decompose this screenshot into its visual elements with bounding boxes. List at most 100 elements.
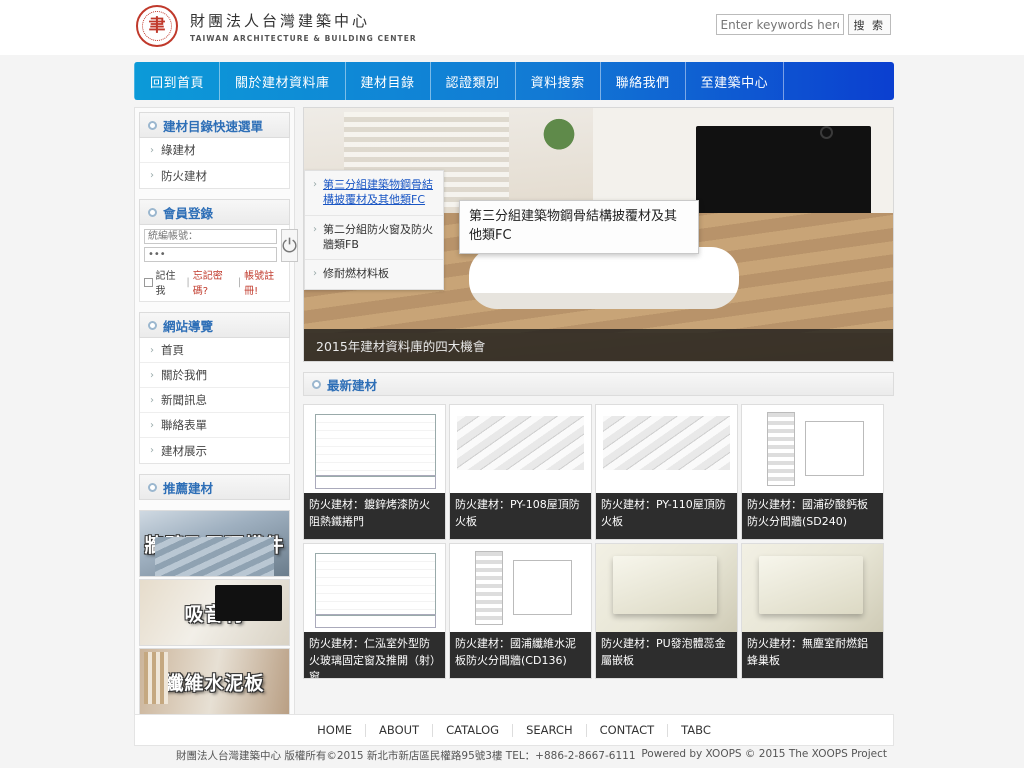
chevron-right-icon: › [150, 419, 154, 431]
banner-plant [542, 116, 576, 168]
submenu-tooltip: 第三分組建築物鋼骨結構披覆材及其他類FC [459, 200, 699, 254]
nav-item-search[interactable]: 資料搜索 [516, 62, 601, 100]
submenu-item-flame-retardant[interactable]: › 修耐燃材料板 [305, 260, 443, 289]
footer-link-about[interactable]: ABOUT [366, 723, 434, 737]
sidebar-item-fireproof-material[interactable]: › 防火建材 [140, 163, 289, 188]
page-root: 聿 財團法人台灣建築中心 TAIWAN ARCHITECTURE & BUILD… [0, 0, 1024, 768]
powered-by-text: Powered by XOOPS © 2015 The XOOPS Projec… [641, 748, 887, 760]
submenu-item-label: 第二分組防火窗及防火牆類FB [323, 222, 433, 251]
site-nav-title: 網站導覽 [163, 318, 214, 334]
promo-card-fiber-cement[interactable]: 纖維水泥板 [139, 648, 290, 715]
sidebar-item-label: 關於我們 [161, 368, 207, 382]
material-card[interactable]: 防火建材：PY-110屋頂防火板 [595, 404, 738, 540]
banner-table [469, 247, 739, 309]
chevron-right-icon: › [150, 369, 154, 381]
login-submit-button[interactable]: ⏻ [281, 229, 299, 262]
remember-me-label: 記住我 [155, 271, 176, 297]
separator: | [186, 276, 190, 288]
material-thumbnail [596, 544, 737, 632]
material-caption: 防火建材：無塵室耐燃鋁蜂巢板 [742, 632, 883, 678]
material-card[interactable]: 防火建材：仁泓室外型防火玻璃固定窗及推開（射）窗 [303, 543, 446, 679]
register-link[interactable]: 帳號註冊! [244, 267, 285, 297]
brand-text: 財團法人台灣建築中心 TAIWAN ARCHITECTURE & BUILDIN… [190, 10, 417, 43]
chevron-right-icon: › [150, 170, 154, 181]
password-input[interactable] [144, 247, 277, 262]
sidebar-item-news[interactable]: › 新聞訊息 [140, 388, 289, 413]
footer-link-contact[interactable]: CONTACT [587, 723, 669, 737]
banner-tv [696, 126, 871, 218]
logo-inner-ring: 聿 [142, 11, 172, 41]
remember-me-checkbox[interactable] [144, 277, 153, 287]
brand-name-cn: 財團法人台灣建築中心 [190, 11, 371, 30]
nav-item-about-db[interactable]: 關於建材資料庫 [220, 62, 346, 100]
material-thumbnail [304, 544, 445, 632]
circle-bullet-icon [312, 379, 321, 389]
site-nav-list: › 首頁 › 關於我們 › 新聞訊息 › 聯絡表單 › 建材展示 [139, 338, 290, 464]
circle-bullet-icon [148, 207, 157, 217]
material-card[interactable]: 防火建材：PU發泡體蕊金屬嵌板 [595, 543, 738, 679]
nav-item-contact[interactable]: 聯絡我們 [601, 62, 686, 100]
material-card[interactable]: 防火建材：國浦矽酸鈣板防火分間牆(SD240) [741, 404, 884, 540]
material-thumbnail [596, 405, 737, 493]
material-thumbnail [450, 544, 591, 632]
logo-glyph: 聿 [148, 15, 166, 36]
promo-card-acoustic[interactable]: 吸音材 [139, 579, 290, 646]
sidebar-block-recommend: 推薦建材 [139, 474, 290, 500]
login-fields-row: ⏻ [144, 229, 299, 262]
material-caption: 防火建材：PY-110屋頂防火板 [596, 493, 737, 539]
sidebar-block-site-nav: 網站導覽 › 首頁 › 關於我們 › 新聞訊息 › 聯絡表單 › 建材展示 [139, 312, 290, 464]
chevron-right-icon: › [313, 223, 317, 235]
material-caption: 防火建材：鍍鋅烤漆防火阻熱鐵捲門 [304, 493, 445, 539]
nav-item-home[interactable]: 回到首頁 [134, 62, 221, 100]
promo-card-wall-roof[interactable]: 牆壁及屋頂構件 [139, 510, 290, 577]
site-nav-heading: 網站導覽 [139, 312, 290, 338]
forgot-password-link[interactable]: 忘記密碼? [193, 267, 235, 297]
sidebar-item-contact-form[interactable]: › 聯絡表單 [140, 413, 289, 438]
material-card[interactable]: 防火建材：鍍鋅烤漆防火阻熱鐵捲門 [303, 404, 446, 540]
hero-banner[interactable]: 2015年建材資料庫的四大機會 › 第三分組建築物鋼骨結構披覆材及其他類FC ›… [303, 107, 894, 362]
sidebar-block-quick-menu: 建材目錄快速選單 › 綠建材 › 防火建材 [139, 112, 290, 189]
material-caption: 防火建材：仁泓室外型防火玻璃固定窗及推開（射）窗 [304, 632, 445, 678]
promo-label: 纖維水泥板 [164, 672, 265, 694]
sidebar: 建材目錄快速選單 › 綠建材 › 防火建材 會員登錄 統編帳號： ••• ⏻ 記… [134, 107, 299, 724]
material-card[interactable]: 防火建材：無塵室耐燃鋁蜂巢板 [741, 543, 884, 679]
sidebar-block-login: 會員登錄 ⏻ 記住我 | [139, 199, 299, 302]
sidebar-item-about-us[interactable]: › 關於我們 [140, 363, 289, 388]
footer-link-catalog[interactable]: CATALOG [433, 723, 514, 737]
footer-link-search[interactable]: SEARCH [513, 723, 587, 737]
material-thumbnail [450, 405, 591, 493]
sidebar-item-index[interactable]: › 首頁 [140, 338, 289, 363]
username-input[interactable] [144, 229, 277, 244]
brand-logo-block[interactable]: 聿 財團法人台灣建築中心 TAIWAN ARCHITECTURE & BUILD… [136, 5, 417, 47]
search-button[interactable]: 搜 索 [847, 14, 891, 35]
quick-menu-list: › 綠建材 › 防火建材 [139, 138, 290, 189]
power-icon: ⏻ [282, 234, 298, 257]
material-caption: 防火建材：PU發泡體蕊金屬嵌板 [596, 632, 737, 678]
material-caption: 防火建材：國浦纖維水泥板防火分間牆(CD136) [450, 632, 591, 678]
material-card[interactable]: 防火建材：PY-108屋頂防火板 [449, 404, 592, 540]
submenu-item-fb[interactable]: › 第二分組防火窗及防火牆類FB [305, 216, 443, 261]
material-thumbnail [304, 405, 445, 493]
login-form: ⏻ 記住我 | 忘記密碼? | 帳號註冊! [139, 225, 299, 302]
footer-link-tabc[interactable]: TABC [668, 723, 724, 737]
banner-caption: 2015年建材資料庫的四大機會 [304, 329, 893, 361]
nav-item-cert-types[interactable]: 認證類別 [431, 62, 516, 100]
latest-materials-grid: 防火建材：鍍鋅烤漆防火阻熱鐵捲門 防火建材：PY-108屋頂防火板 防火建材：P… [303, 404, 894, 679]
nav-item-tabc[interactable]: 至建築中心 [686, 62, 785, 100]
nav-item-catalog[interactable]: 建材目錄 [346, 62, 431, 100]
sidebar-item-material-showcase[interactable]: › 建材展示 [140, 438, 289, 463]
material-caption: 防火建材：PY-108屋頂防火板 [450, 493, 591, 539]
search-input[interactable] [715, 14, 844, 35]
promo-label: 吸音材 [184, 603, 245, 625]
material-card[interactable]: 防火建材：國浦纖維水泥板防火分間牆(CD136) [449, 543, 592, 679]
footer-link-home[interactable]: HOME [304, 723, 367, 737]
submenu-item-fc[interactable]: › 第三分組建築物鋼骨結構披覆材及其他類FC [305, 171, 443, 216]
chevron-right-icon: › [150, 144, 154, 156]
login-links: 記住我 | 忘記密碼? | 帳號註冊! [144, 267, 285, 297]
quick-menu-title: 建材目錄快速選單 [163, 118, 264, 134]
copyright-text: 財團法人台灣建築中心 版權所有©2015 新北市新店區民權路95號3樓 TEL：… [176, 750, 636, 762]
sidebar-item-label: 聯絡表單 [161, 418, 207, 432]
submenu-item-label: 第三分組建築物鋼骨結構披覆材及其他類FC [323, 178, 433, 206]
sidebar-item-green-material[interactable]: › 綠建材 [140, 138, 289, 163]
latest-materials-heading: 最新建材 [303, 372, 894, 396]
